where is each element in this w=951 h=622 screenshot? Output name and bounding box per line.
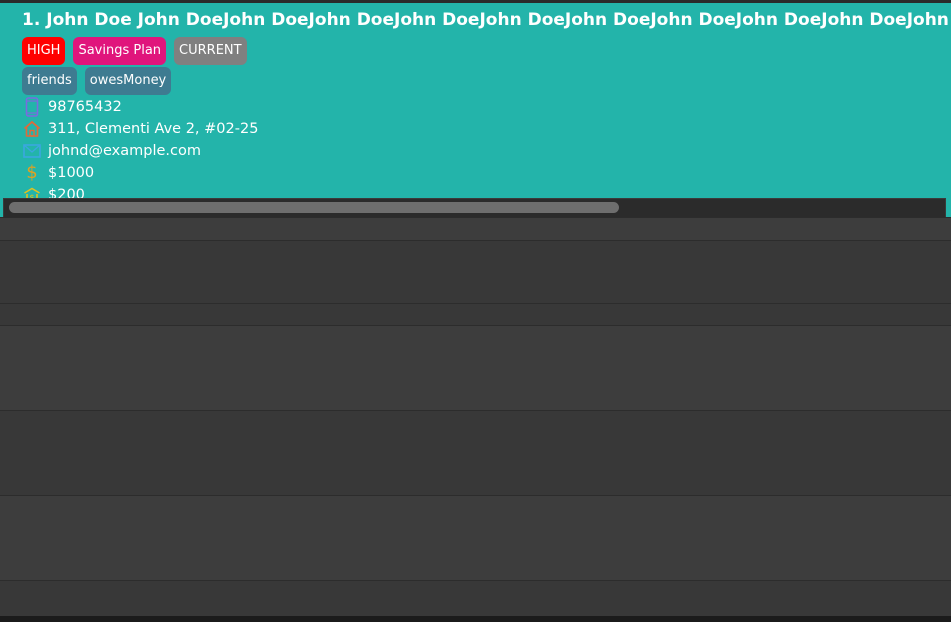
income-value: $1000 xyxy=(48,165,95,181)
empty-list-row xyxy=(0,240,951,303)
address-value: 311, Clementi Ave 2, #02-25 xyxy=(48,121,259,137)
empty-list-row xyxy=(0,580,951,616)
dollar-icon: $ xyxy=(26,162,38,183)
phone-icon xyxy=(22,97,42,117)
phone-row: 98765432 xyxy=(22,96,951,118)
person-card[interactable]: 1. John Doe John DoeJohn DoeJohn DoeJohn … xyxy=(0,3,951,217)
empty-list-row xyxy=(0,495,951,580)
horizontal-scrollbar-thumb[interactable] xyxy=(9,202,619,213)
income-row: $ $1000 xyxy=(22,162,951,184)
tag-friends: friends xyxy=(22,67,77,95)
phone-value: 98765432 xyxy=(48,99,122,115)
account-tag-current: CURRENT xyxy=(174,37,247,65)
email-value: johnd@example.com xyxy=(48,143,201,159)
person-card-content: 1. John Doe John DoeJohn DoeJohn DoeJohn … xyxy=(22,7,951,206)
home-icon xyxy=(22,119,42,139)
plan-tag-savings: Savings Plan xyxy=(73,37,167,65)
window-bottom-border xyxy=(0,616,951,622)
priority-tag-high: HIGH xyxy=(22,37,66,65)
person-index: 1. xyxy=(22,10,41,30)
empty-list-row xyxy=(0,303,951,325)
empty-list-row xyxy=(0,410,951,495)
horizontal-scrollbar[interactable] xyxy=(3,198,946,217)
priority-tags-row: HIGH Savings Plan CURRENT xyxy=(22,37,951,65)
empty-list-row xyxy=(0,217,951,240)
email-row: johnd@example.com xyxy=(22,140,951,162)
tags-row: friends owesMoney xyxy=(22,67,951,95)
person-name: John Doe John DoeJohn DoeJohn DoeJohn Do… xyxy=(46,10,951,30)
person-name-row: 1. John Doe John DoeJohn DoeJohn DoeJohn … xyxy=(22,7,951,33)
mail-icon xyxy=(22,141,42,161)
address-row: 311, Clementi Ave 2, #02-25 xyxy=(22,118,951,140)
person-list-view[interactable]: 1. John Doe John DoeJohn DoeJohn DoeJohn … xyxy=(0,0,951,616)
tag-owes-money: owesMoney xyxy=(84,67,172,95)
empty-list-row xyxy=(0,325,951,410)
